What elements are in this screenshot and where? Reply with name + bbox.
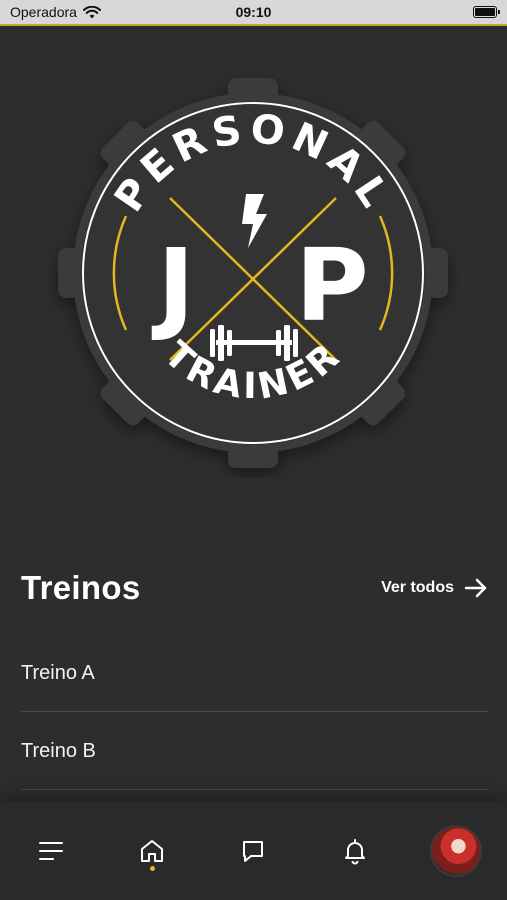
tab-home[interactable] (122, 821, 182, 881)
logo-letter-right: P (295, 227, 368, 344)
list-item-treino-a[interactable]: Treino A (21, 634, 488, 712)
tab-bar (0, 802, 507, 900)
avatar (430, 825, 483, 877)
status-bar: Operadora 09:10 (0, 0, 507, 26)
list-item-treino-b[interactable]: Treino B (21, 712, 488, 790)
tab-notifications[interactable] (325, 821, 385, 881)
menu-icon (38, 842, 63, 860)
logo-letter-left: J (151, 227, 194, 344)
workouts-header: Treinos Ver todos (21, 566, 488, 610)
carrier-label: Operadora (10, 4, 77, 20)
workout-list: Treino A Treino B (21, 634, 488, 790)
tab-messages[interactable] (223, 821, 283, 881)
see-all-label: Ver todos (381, 579, 454, 596)
list-item-label: Treino B (21, 740, 96, 762)
see-all-button[interactable]: Ver todos (381, 578, 488, 598)
tab-menu[interactable] (21, 821, 81, 881)
home-icon (141, 840, 164, 862)
battery-icon (473, 6, 500, 18)
tab-profile[interactable] (426, 821, 486, 881)
active-indicator (149, 866, 155, 871)
section-title: Treinos (21, 569, 141, 606)
list-item-label: Treino A (21, 662, 95, 684)
bell-icon (344, 839, 365, 865)
wifi-icon (82, 5, 101, 18)
status-left: Operadora (10, 4, 101, 20)
logo-emblem: PERSONAL TRAINER J P (58, 78, 448, 468)
arrow-right-icon (464, 578, 487, 598)
brand-logo: PERSONAL TRAINER J P (48, 68, 458, 478)
chat-icon (243, 841, 264, 862)
